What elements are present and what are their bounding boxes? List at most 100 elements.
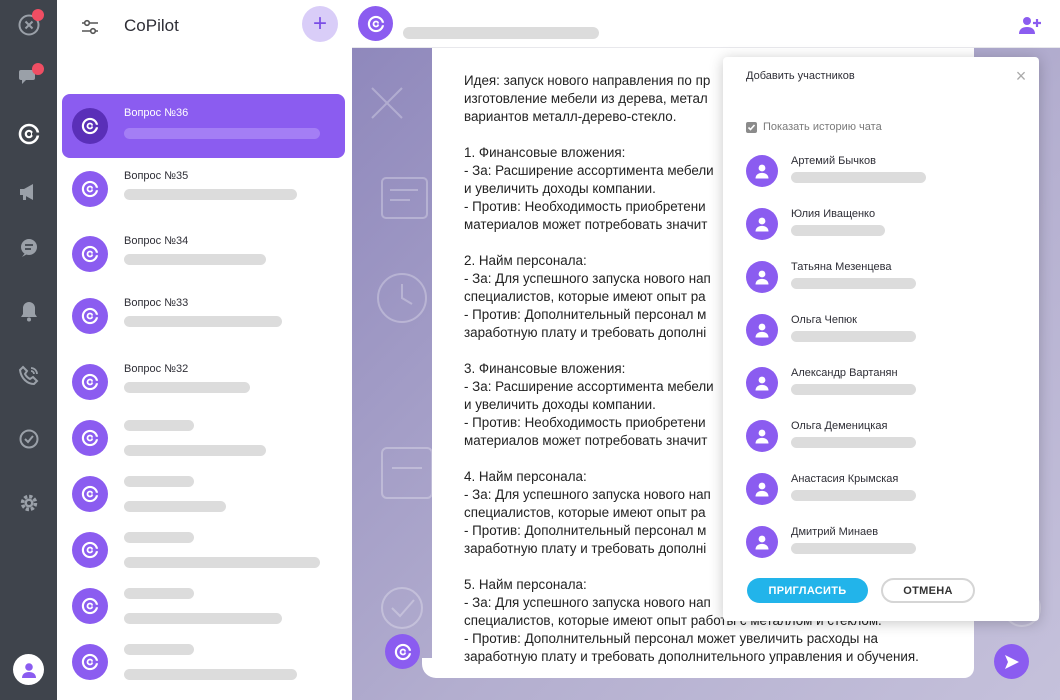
chat-avatar	[72, 588, 108, 624]
app-title: CoPilot	[124, 16, 179, 35]
participant-detail-placeholder	[791, 437, 916, 448]
chat-list-item[interactable]	[62, 518, 345, 582]
copilot-logo-icon	[81, 373, 100, 391]
chat-header	[352, 0, 1060, 48]
chat-name: Вопрос №32	[124, 363, 189, 375]
chat-list-item[interactable]: Вопрос №33	[62, 284, 345, 348]
chat-name-placeholder	[124, 476, 194, 487]
participant-detail-placeholder	[791, 172, 926, 183]
chat-list-item[interactable]	[62, 630, 345, 694]
gear-icon[interactable]	[12, 486, 45, 519]
participant-detail-placeholder	[791, 225, 885, 236]
chat-avatar	[72, 532, 108, 568]
close-icon[interactable]: ×	[1012, 67, 1030, 85]
modal-title: Добавить участников	[746, 70, 855, 82]
user-icon	[755, 376, 769, 391]
bell-icon[interactable]	[12, 294, 45, 327]
chat-name-placeholder	[124, 532, 194, 543]
copilot-logo-icon	[81, 653, 100, 671]
user-icon	[755, 323, 769, 338]
participant-avatar	[746, 314, 778, 346]
copilot-logo-icon	[81, 180, 100, 198]
chat-preview-placeholder	[124, 613, 282, 624]
participant-detail-placeholder	[791, 543, 916, 554]
participant-name: Артемий Бычков	[791, 155, 876, 167]
participant-avatar	[746, 473, 778, 505]
add-participant-button[interactable]	[1018, 14, 1042, 36]
participant-name: Анастасия Крымская	[791, 473, 899, 485]
user-icon	[755, 164, 769, 179]
chat-preview-placeholder	[124, 501, 226, 512]
phone-icon[interactable]	[12, 359, 45, 392]
chat-list-item[interactable]	[62, 574, 345, 638]
copilot-logo-icon	[81, 245, 100, 263]
copilot-logo-icon	[81, 117, 100, 135]
sliders-icon	[82, 19, 98, 35]
copilot-logo-icon	[81, 429, 100, 447]
chat-list-item[interactable]: Вопрос №36	[62, 94, 345, 158]
participant-detail-placeholder	[791, 490, 916, 501]
user-icon	[755, 429, 769, 444]
participant-avatar	[746, 208, 778, 240]
chat-list-item[interactable]: Вопрос №34	[62, 222, 345, 286]
notification-dot	[32, 9, 44, 21]
user-icon	[755, 217, 769, 232]
nav-rail	[0, 0, 57, 700]
send-button[interactable]	[994, 644, 1029, 679]
chat-list-icon[interactable]	[12, 231, 45, 264]
participant-row[interactable]: Александр Вартанян	[746, 367, 1016, 407]
show-history-option[interactable]: Показать историю чата	[746, 120, 882, 134]
participant-row[interactable]: Дмитрий Минаев	[746, 526, 1016, 566]
user-avatar[interactable]	[13, 654, 44, 685]
chat-preview-placeholder	[124, 189, 297, 200]
chat-avatar	[72, 644, 108, 680]
copilot-logo-icon[interactable]	[12, 117, 45, 150]
participant-row[interactable]: Анастасия Крымская	[746, 473, 1016, 513]
chat-avatar	[72, 420, 108, 456]
show-history-checkbox[interactable]	[746, 121, 757, 133]
participant-row[interactable]: Ольга Чепюк	[746, 314, 1016, 354]
chat-name-placeholder	[124, 588, 194, 599]
participant-avatar	[746, 420, 778, 452]
copilot-logo-icon	[367, 15, 385, 32]
copilot-logo-icon	[394, 643, 412, 660]
chat-list-item[interactable]: Вопрос №35	[62, 157, 345, 221]
participant-row[interactable]: Артемий Бычков	[746, 155, 1016, 195]
add-user-icon	[1019, 17, 1041, 34]
app-window: CoPilot + Вопрос №36 Вопрос №35 Вопрос №34…	[0, 0, 1060, 700]
chat-list-item[interactable]	[62, 462, 345, 526]
chat-list-item[interactable]	[62, 406, 345, 470]
participant-row[interactable]: Юлия Иващенко	[746, 208, 1016, 248]
megaphone-icon[interactable]	[12, 175, 45, 208]
participant-avatar	[746, 155, 778, 187]
participant-row[interactable]: Татьяна Мезенцева	[746, 261, 1016, 301]
copilot-logo-icon	[81, 597, 100, 615]
new-chat-button[interactable]: +	[302, 6, 338, 42]
participant-row[interactable]: Ольга Деменицкая	[746, 420, 1016, 460]
chat-avatar	[72, 364, 108, 400]
invite-button[interactable]: ПРИГЛАСИТЬ	[747, 578, 868, 603]
chat-preview-placeholder	[124, 557, 320, 568]
chat-name: Вопрос №34	[124, 235, 189, 247]
chat-name: Вопрос №33	[124, 297, 189, 309]
chat-list-header: CoPilot +	[57, 0, 352, 52]
chat-list-item[interactable]: Вопрос №32	[62, 350, 345, 414]
chat-avatar	[72, 298, 108, 334]
chat-preview-placeholder	[124, 254, 266, 265]
participant-detail-placeholder	[791, 384, 916, 395]
copilot-logo-icon	[81, 307, 100, 325]
cancel-button[interactable]: ОТМЕНА	[881, 578, 975, 603]
chat-avatar	[72, 236, 108, 272]
chat-preview-placeholder	[124, 316, 282, 327]
add-participants-modal: Добавить участников × Показать историю ч…	[723, 57, 1039, 621]
chat-avatar	[72, 476, 108, 512]
message-author-avatar	[385, 634, 420, 669]
participant-avatar	[746, 367, 778, 399]
participant-name: Ольга Деменицкая	[791, 420, 888, 432]
copilot-logo-icon	[81, 541, 100, 559]
user-icon	[755, 482, 769, 497]
chat-preview-placeholder	[124, 128, 320, 139]
check-circle-icon[interactable]	[12, 422, 45, 455]
filter-settings-button[interactable]	[79, 17, 101, 37]
chat-avatar	[72, 108, 108, 144]
